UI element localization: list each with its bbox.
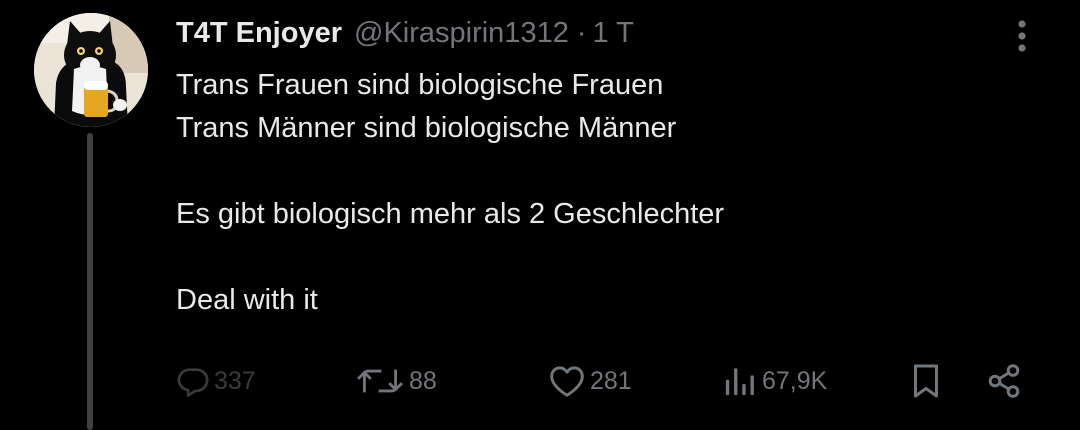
more-options-button[interactable]: [1002, 14, 1042, 58]
reply-bubble-icon: [177, 368, 209, 397]
tweet-text: Trans Frauen sind biologische Frauen Tra…: [176, 64, 1036, 322]
tweet-header: T4T Enjoyer @Kiraspirin1312 · 1 T: [176, 15, 634, 51]
repost-button[interactable]: 88: [355, 356, 437, 406]
timestamp[interactable]: 1 T: [593, 17, 634, 50]
share-button[interactable]: [986, 356, 1022, 406]
tweet-text-line: [176, 236, 1036, 279]
reply-button[interactable]: 337: [176, 356, 256, 406]
bookmark-icon: [914, 364, 938, 398]
cat-with-beer-avatar-image: [34, 13, 148, 127]
views-button[interactable]: 67,9K: [722, 356, 827, 406]
like-button[interactable]: 281: [548, 356, 632, 406]
tweet-text-line: Trans Männer sind biologische Männer: [176, 112, 677, 144]
tweet-text-line: Es gibt biologisch mehr als 2 Geschlecht…: [176, 198, 725, 230]
bookmark-button[interactable]: [911, 356, 941, 406]
share-icon: [988, 364, 1020, 398]
views-bar-chart-icon: [725, 368, 754, 396]
more-vertical-icon: [1018, 20, 1026, 52]
avatar[interactable]: [34, 13, 148, 127]
repost-arrows-icon: [357, 369, 403, 393]
like-count: 281: [590, 366, 632, 395]
display-name[interactable]: T4T Enjoyer: [176, 17, 342, 50]
tweet-text-line: Deal with it: [176, 284, 318, 316]
action-bar: 337 88 281 67,9K: [0, 356, 1080, 406]
separator-dot: ·: [576, 16, 587, 49]
views-count: 67,9K: [762, 366, 828, 395]
tweet-text-line: [176, 150, 1036, 193]
reply-count: 337: [214, 366, 256, 395]
tweet-text-line: Trans Frauen sind biologische Frauen: [176, 69, 664, 101]
user-handle[interactable]: @Kiraspirin1312: [354, 17, 569, 50]
heart-icon: [550, 366, 584, 397]
repost-count: 88: [409, 366, 437, 395]
